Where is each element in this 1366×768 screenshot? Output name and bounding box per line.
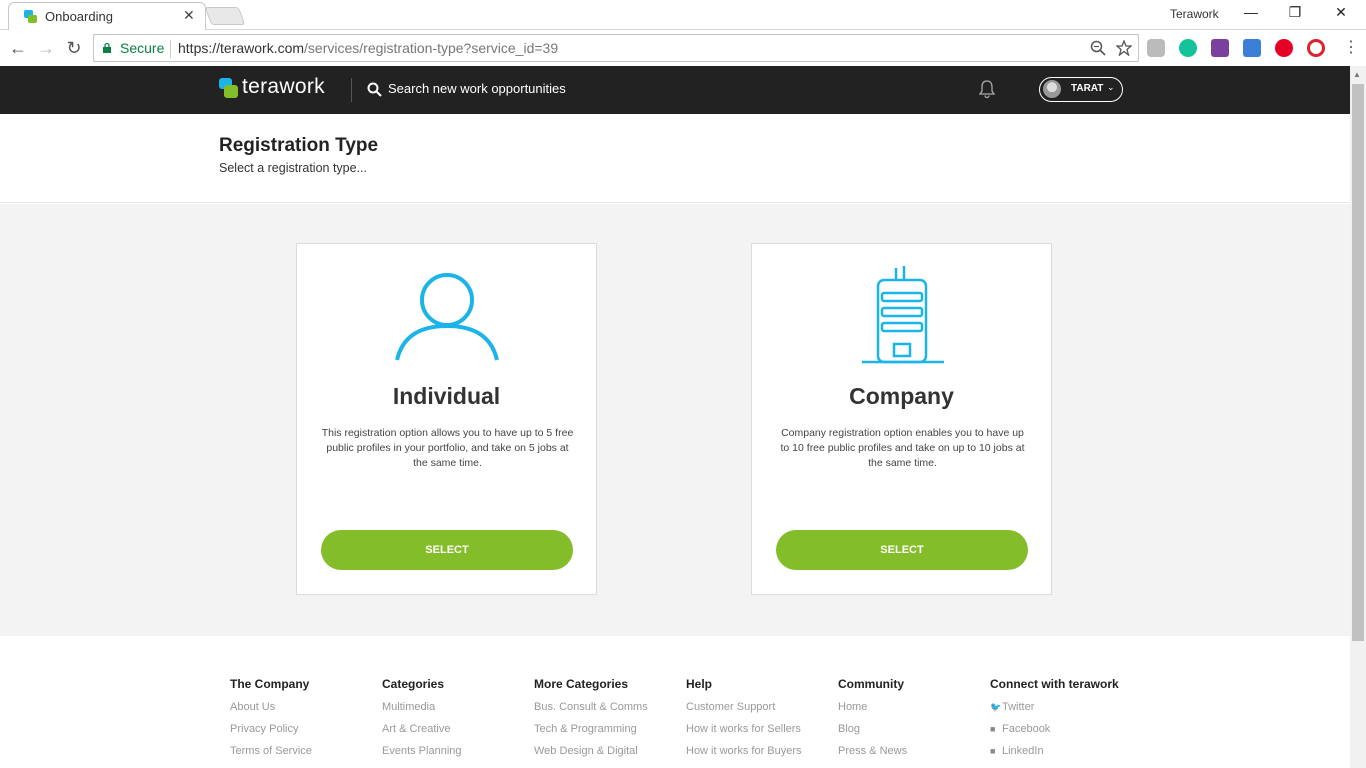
footer-link-label: Twitter <box>1002 701 1035 713</box>
footer-link-about-us[interactable]: About Us <box>230 701 380 723</box>
zoom-icon[interactable] <box>1090 40 1106 56</box>
grammarly-icon[interactable] <box>1179 39 1197 57</box>
search-input[interactable]: Search new work opportunities <box>388 81 566 96</box>
url-host: https://terawork.com <box>178 40 305 56</box>
individual-card: Individual This registration option allo… <box>296 243 597 595</box>
onenote-icon[interactable] <box>1211 39 1229 57</box>
page-subtitle: Select a registration type... <box>219 161 367 175</box>
reload-icon[interactable]: ↻ <box>63 37 85 59</box>
individual-title: Individual <box>392 383 501 409</box>
forward-arrow-icon[interactable]: → <box>35 37 57 59</box>
footer-column-company: The Company About Us Privacy Policy Term… <box>230 677 380 767</box>
company-description: Company registration option enables you … <box>780 427 1025 469</box>
extension-icon[interactable] <box>1147 39 1165 57</box>
footer-column-categories: Categories Multimedia Art & Creative Eve… <box>382 677 532 767</box>
user-name: TARAT <box>1071 83 1104 94</box>
footer-heading: Connect with terawork <box>990 677 1119 691</box>
title-section: Registration Type Select a registration … <box>0 114 1350 203</box>
footer-heading: More Categories <box>534 677 629 691</box>
footer-link-multimedia[interactable]: Multimedia <box>382 701 532 723</box>
footer: The Company About Us Privacy Policy Term… <box>0 637 1350 768</box>
extension-blue-icon[interactable] <box>1243 39 1261 57</box>
footer-link-label: Facebook <box>1002 723 1051 735</box>
url-path: /services/registration-type?service_id=3… <box>304 40 559 56</box>
select-individual-button[interactable]: SELECT <box>321 530 573 570</box>
address-divider <box>170 40 171 58</box>
footer-column-more-categories: More Categories Bus. Consult & Comms Tec… <box>534 677 684 767</box>
building-icon <box>862 266 944 364</box>
secure-label: Secure <box>120 40 165 56</box>
footer-link-blog[interactable]: Blog <box>838 723 988 745</box>
site-header: terawork Search new work opportunities T… <box>0 66 1350 114</box>
footer-link-facebook[interactable]: ■ Facebook <box>990 723 1160 745</box>
scroll-up-icon[interactable]: ▲ <box>1353 70 1361 79</box>
search-icon[interactable] <box>367 82 382 97</box>
avatar <box>1043 80 1061 98</box>
footer-link-twitter[interactable]: 🐦Twitter <box>990 701 1160 723</box>
footer-heading: Categories <box>382 677 445 691</box>
back-arrow-icon[interactable]: ← <box>7 37 29 59</box>
footer-heading: Community <box>838 677 904 691</box>
footer-column-connect: Connect with terawork 🐦Twitter ■ Facebook… <box>990 677 1160 767</box>
chevron-down-icon: ⌄ <box>1107 82 1115 92</box>
footer-link-how-buyers[interactable]: How it works for Buyers <box>686 745 836 767</box>
address-bar[interactable]: Secure https://terawork.com/services/reg… <box>93 34 1139 62</box>
footer-link-events-planning[interactable]: Events Planning <box>382 745 532 767</box>
footer-link-tech-programming[interactable]: Tech & Programming <box>534 723 684 745</box>
notification-bell-icon[interactable] <box>977 79 997 99</box>
logo-text[interactable]: terawork <box>242 75 325 99</box>
terawork-favicon-icon <box>24 10 37 23</box>
person-icon <box>395 273 499 361</box>
tab-close-icon[interactable]: ✕ <box>183 7 195 24</box>
tab-title: Onboarding <box>45 9 113 24</box>
lock-icon <box>103 43 111 53</box>
bookmark-star-icon[interactable] <box>1116 40 1132 56</box>
close-window-button[interactable]: ✕ <box>1326 4 1356 24</box>
footer-link-home[interactable]: Home <box>838 701 988 723</box>
footer-heading: The Company <box>230 677 310 691</box>
user-menu-button[interactable]: TARAT ⌄ <box>1039 77 1123 102</box>
linkedin-icon: ■ <box>990 746 996 756</box>
footer-link-privacy-policy[interactable]: Privacy Policy <box>230 723 380 745</box>
new-tab-button[interactable] <box>204 7 246 25</box>
footer-link-terms[interactable]: Terms of Service <box>230 745 380 767</box>
company-card: Company Company registration option enab… <box>751 243 1052 595</box>
footer-link-press-news[interactable]: Press & News <box>838 745 988 767</box>
page-scrollbar[interactable]: ▲ <box>1350 66 1366 768</box>
footer-link-web-design[interactable]: Web Design & Digital <box>534 745 684 767</box>
minimize-window-button[interactable]: — <box>1236 4 1266 24</box>
opera-icon[interactable] <box>1307 39 1325 57</box>
footer-link-label: LinkedIn <box>1002 745 1044 757</box>
browser-menu-icon[interactable]: ⋮ <box>1340 37 1362 59</box>
header-divider <box>351 78 352 102</box>
footer-link-art-creative[interactable]: Art & Creative <box>382 723 532 745</box>
select-company-button[interactable]: SELECT <box>776 530 1028 570</box>
terawork-logo-icon[interactable] <box>219 78 239 100</box>
footer-column-community: Community Home Blog Press & News <box>838 677 988 767</box>
pinterest-icon[interactable] <box>1275 39 1293 57</box>
footer-column-help: Help Customer Support How it works for S… <box>686 677 836 767</box>
restore-window-button[interactable]: ❐ <box>1280 4 1310 24</box>
facebook-icon: ■ <box>990 724 996 734</box>
footer-link-customer-support[interactable]: Customer Support <box>686 701 836 723</box>
scroll-thumb[interactable] <box>1352 84 1364 641</box>
individual-description: This registration option allows you to h… <box>321 427 574 469</box>
footer-link-bus-consult[interactable]: Bus. Consult & Comms <box>534 701 684 723</box>
page-title: Registration Type <box>219 135 379 156</box>
url-text[interactable]: https://terawork.com/services/registrati… <box>178 40 558 56</box>
browser-titlebar: Onboarding ✕ Terawork — ❐ ✕ <box>0 0 1366 30</box>
footer-link-how-sellers[interactable]: How it works for Sellers <box>686 723 836 745</box>
twitter-icon: 🐦 <box>990 702 1002 712</box>
registration-options: Individual This registration option allo… <box>0 204 1350 636</box>
browser-toolbar: ← → ↻ Secure https://terawork.com/servic… <box>0 30 1366 66</box>
browser-tab-onboarding[interactable]: Onboarding ✕ <box>8 2 206 30</box>
footer-link-linkedin[interactable]: ■ LinkedIn <box>990 745 1160 767</box>
footer-heading: Help <box>686 677 713 691</box>
company-title: Company <box>849 383 954 409</box>
window-title: Terawork <box>1170 7 1219 21</box>
